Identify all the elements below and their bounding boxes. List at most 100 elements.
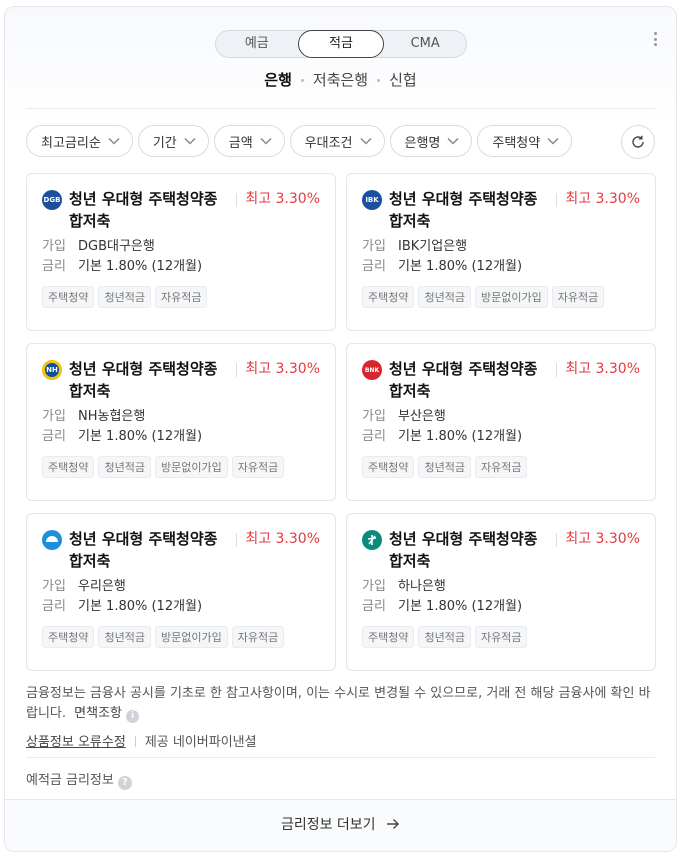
product-title: 청년 우대형 주택청약종합저축 <box>69 530 218 570</box>
max-rate: 최고 3.30% <box>565 191 640 207</box>
product-type-tabs: 예금 적금 CMA <box>215 30 467 58</box>
product-tag: 자유적금 <box>551 286 605 308</box>
join-label: 가입 <box>42 409 66 424</box>
max-rate: 최고 3.30% <box>565 361 640 377</box>
divider <box>26 757 655 758</box>
disclaimer-link[interactable]: 면책조항 i <box>74 706 139 723</box>
product-card[interactable]: 청년 우대형 주택청약종합저축 최고 3.30% 가입 우리은행 금리 기본 1.8… <box>26 513 336 671</box>
bank-name: 부산은행 <box>398 409 446 424</box>
filter-bank-name[interactable]: 은행명 <box>389 125 473 157</box>
join-label: 가입 <box>42 239 66 254</box>
filter-bar: 최고금리순 기간 금액 우대조건 은행명 주택청약 <box>26 125 573 157</box>
chevron-down-icon <box>184 137 196 145</box>
product-title: 청년 우대형 주택청약종합저축 <box>69 190 218 230</box>
product-tag: 자유적금 <box>474 626 528 648</box>
logo-text: BNK <box>364 366 380 374</box>
filter-label: 기간 <box>152 135 177 151</box>
divider <box>26 108 655 109</box>
join-label: 가입 <box>362 409 386 424</box>
base-rate: 기본 1.80% (12개월) <box>78 599 203 614</box>
max-rate: 최고 3.30% <box>245 361 320 377</box>
logo-text: IBK <box>365 196 379 204</box>
product-card[interactable]: IBK 청년 우대형 주택청약종합저축 최고 3.30% 가입 IBK기업은행 금… <box>346 173 656 331</box>
product-tag: 청년적금 <box>98 456 151 478</box>
busan-bank-logo-icon: BNK <box>362 360 382 380</box>
product-tag: 주택청약 <box>42 456 95 478</box>
logo-text: DGB <box>43 196 61 204</box>
product-tag: 자유적금 <box>154 286 208 308</box>
product-tag: 자유적금 <box>231 456 285 478</box>
rate-label: 금리 <box>42 429 66 444</box>
filter-period[interactable]: 기간 <box>137 125 209 157</box>
more-rates-button[interactable]: 금리정보 더보기 <box>5 799 676 851</box>
product-tag: 청년적금 <box>418 456 471 478</box>
refresh-icon <box>632 135 644 148</box>
base-rate: 기본 1.80% (12개월) <box>398 429 523 444</box>
max-rate: 최고 3.30% <box>245 531 320 547</box>
rate-label: 금리 <box>362 599 386 614</box>
product-tag: 방문없이가입 <box>154 456 228 478</box>
product-title: 청년 우대형 주택청약종합저축 <box>389 530 538 570</box>
rate-info-label: 예적금 금리정보 <box>26 773 114 788</box>
filter-amount[interactable]: 금액 <box>213 125 285 157</box>
filter-sort[interactable]: 최고금리순 <box>26 125 133 157</box>
institution-tabs: 은행 저축은행 신협 <box>5 69 676 90</box>
rate-label: 금리 <box>42 259 66 274</box>
bank-name: NH농협은행 <box>78 409 146 424</box>
filter-preferential[interactable]: 우대조건 <box>289 125 385 157</box>
filter-housing[interactable]: 주택청약 <box>477 125 573 157</box>
more-rates-label: 금리정보 더보기 <box>280 817 376 833</box>
bank-name: IBK기업은행 <box>398 239 468 254</box>
woori-bank-logo-icon <box>42 530 62 550</box>
refresh-button[interactable] <box>621 125 655 159</box>
arrow-right-icon <box>387 819 400 829</box>
tab-savings-bank[interactable]: 저축은행 <box>313 71 368 89</box>
product-tag: 주택청약 <box>362 286 415 308</box>
product-tag: 주택청약 <box>362 456 415 478</box>
filter-label: 주택청약 <box>492 135 541 151</box>
filter-label: 은행명 <box>404 135 441 151</box>
tab-cma[interactable]: CMA <box>384 31 466 57</box>
product-tag: 주택청약 <box>42 286 95 308</box>
bank-name: DGB대구은행 <box>78 239 155 254</box>
product-tag: 주택청약 <box>42 626 95 648</box>
product-title: 청년 우대형 주택청약종합저축 <box>69 360 218 400</box>
base-rate: 기본 1.80% (12개월) <box>398 259 523 274</box>
tab-savings[interactable]: 적금 <box>297 30 385 58</box>
rate-info-row[interactable]: 예적금 금리정보? <box>26 769 132 790</box>
provider-text: 제공 네이버파이낸셜 <box>144 735 257 750</box>
product-tag: 방문없이가입 <box>154 626 228 648</box>
more-options-icon[interactable] <box>650 29 660 49</box>
product-tag: 주택청약 <box>362 626 415 648</box>
join-label: 가입 <box>362 239 386 254</box>
disclaimer-note: 금융정보는 금융사 공시를 기초로 한 참고사항이며, 이는 수시로 변경될 수… <box>26 684 656 724</box>
join-label: 가입 <box>362 579 386 594</box>
product-card[interactable]: DGB 청년 우대형 주택청약종합저축 최고 3.30% 가입 DGB대구은행 금… <box>26 173 336 331</box>
base-rate: 기본 1.80% (12개월) <box>398 599 523 614</box>
filter-label: 금액 <box>228 135 253 151</box>
product-card[interactable]: 청년 우대형 주택청약종합저축 최고 3.30% 가입 하나은행 금리 기본 1.8… <box>346 513 656 671</box>
footer-links: 상품정보 오류수정 제공 네이버파이낸셜 <box>26 731 257 750</box>
info-icon: i <box>126 710 139 723</box>
product-card[interactable]: NH 청년 우대형 주택청약종합저축 최고 3.30% 가입 NH농협은행 금리 기… <box>26 343 336 501</box>
disclaimer-label: 면책조항 <box>74 706 122 721</box>
dot-separator <box>300 79 304 82</box>
bank-name: 우리은행 <box>78 579 126 594</box>
tab-credit-union[interactable]: 신협 <box>389 71 417 89</box>
filter-label: 최고금리순 <box>41 135 101 151</box>
product-card[interactable]: BNK 청년 우대형 주택청약종합저축 최고 3.30% 가입 부산은행 금리 기본… <box>346 343 656 501</box>
savings-widget: 예금 적금 CMA 은행 저축은행 신협 최고금리순 기간 금액 우대조건 은행명 … <box>4 6 677 852</box>
max-rate: 최고 3.30% <box>565 531 640 547</box>
tab-deposit[interactable]: 예금 <box>216 31 298 57</box>
product-tag: 청년적금 <box>418 626 471 648</box>
join-label: 가입 <box>42 579 66 594</box>
bank-name: 하나은행 <box>398 579 446 594</box>
product-title: 청년 우대형 주택청약종합저축 <box>389 190 538 230</box>
dot-separator <box>377 79 381 82</box>
help-icon[interactable]: ? <box>117 776 132 790</box>
error-report-link[interactable]: 상품정보 오류수정 <box>26 735 126 750</box>
base-rate: 기본 1.80% (12개월) <box>78 259 203 274</box>
filter-label: 우대조건 <box>304 135 353 151</box>
product-tag: 자유적금 <box>474 456 528 478</box>
tab-bank[interactable]: 은행 <box>264 71 292 89</box>
